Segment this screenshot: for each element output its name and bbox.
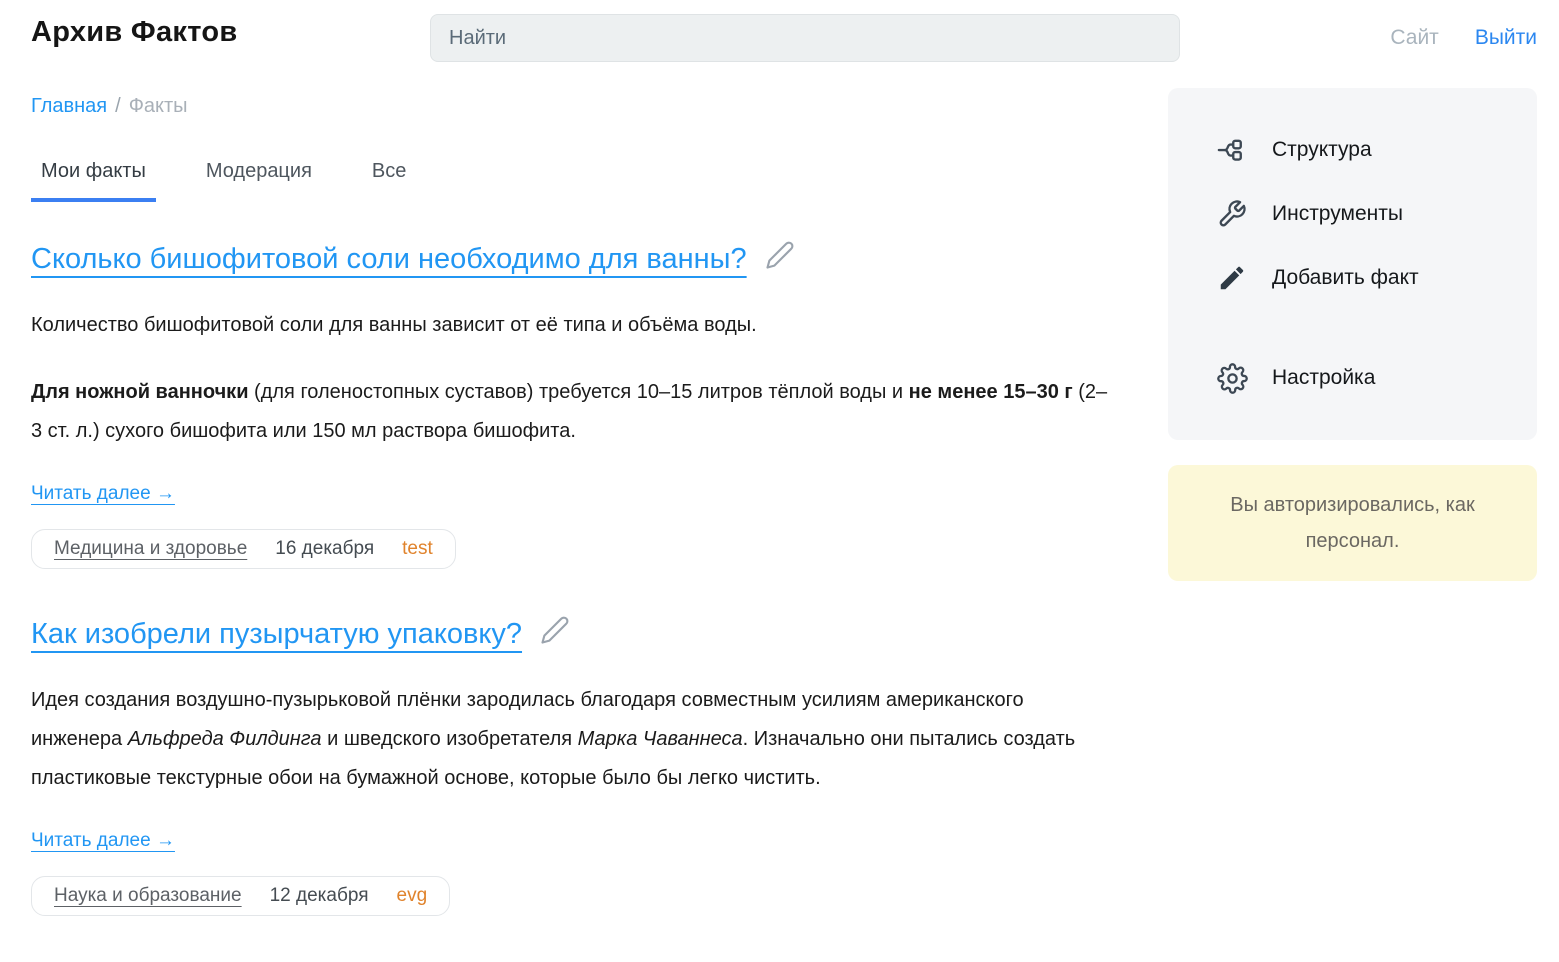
author-label: evg: [396, 885, 428, 906]
breadcrumb-separator: /: [115, 95, 121, 117]
sidebar-item-structure[interactable]: Структура: [1168, 134, 1537, 166]
breadcrumb-home-link[interactable]: Главная: [31, 95, 107, 118]
category-link[interactable]: Медицина и здоровье: [54, 538, 247, 560]
article-paragraph: Для ножной ванночки (для голеностопных с…: [31, 373, 1116, 451]
tab-my-facts[interactable]: Мои факты: [31, 160, 156, 202]
article-title: Как изобрели пузырчатую упаковку?: [31, 615, 1141, 653]
breadcrumb: Главная / Факты: [31, 95, 1141, 118]
breadcrumb-current: Факты: [128, 95, 188, 117]
gear-icon: [1216, 362, 1248, 394]
category-link[interactable]: Наука и образование: [54, 885, 242, 907]
edit-pencil-icon[interactable]: [765, 240, 795, 270]
sidebar-item-label: Настройка: [1272, 366, 1376, 389]
publish-date: 12 декабря: [269, 885, 369, 906]
read-more-link[interactable]: Читать далее →: [31, 830, 175, 852]
article-meta: Медицина и здоровье 16 декабря test: [31, 529, 456, 569]
text-segment: (для голеностопных суставов) требуется 1…: [248, 381, 909, 403]
articles-list: Сколько бишофитовой соли необходимо для …: [31, 240, 1141, 916]
wrench-icon: [1216, 198, 1248, 230]
sidebar-item-label: Добавить факт: [1272, 266, 1419, 289]
search-input[interactable]: [430, 14, 1180, 62]
sidebar-menu: Структура Инструменты Добавить факт Настрой…: [1168, 88, 1537, 440]
header-nav: Сайт Выйти: [1390, 26, 1537, 50]
sidebar-column: Структура Инструменты Добавить факт Настрой…: [1168, 88, 1537, 916]
article: Сколько бишофитовой соли необходимо для …: [31, 240, 1141, 569]
text-segment: Количество бишофитовой соли для ванны за…: [31, 314, 757, 336]
text-segment: и шведского изобретателя: [321, 728, 578, 750]
article-title-link[interactable]: Сколько бишофитовой соли необходимо для …: [31, 240, 747, 278]
pencil-icon: [1216, 262, 1248, 294]
tab-moderation[interactable]: Модерация: [196, 160, 322, 202]
auth-notice: Вы авторизировались, как персонал.: [1168, 465, 1537, 581]
site-title: Архив Фактов: [31, 16, 238, 48]
article-title-link[interactable]: Как изобрели пузырчатую упаковку?: [31, 615, 522, 653]
article-paragraph: Идея создания воздушно-пузырьковой плёнк…: [31, 681, 1116, 798]
main-layout: Главная / Факты Мои факты Модерация Все Ск…: [0, 88, 1559, 916]
article-title: Сколько бишофитовой соли необходимо для …: [31, 240, 1141, 278]
text-segment: Для ножной ванночки: [31, 381, 249, 403]
sidebar-item-settings[interactable]: Настройка: [1168, 362, 1537, 394]
text-segment: Марка Чаваннеса: [577, 728, 743, 750]
sidebar-item-tools[interactable]: Инструменты: [1168, 198, 1537, 230]
author-label: test: [402, 538, 433, 559]
sidebar-item-add-fact[interactable]: Добавить факт: [1168, 262, 1537, 294]
sidebar-item-label: Инструменты: [1272, 202, 1403, 225]
nav-site-link[interactable]: Сайт: [1390, 26, 1438, 50]
edit-pencil-icon[interactable]: [540, 615, 570, 645]
nav-logout-link[interactable]: Выйти: [1475, 26, 1537, 50]
article: Как изобрели пузырчатую упаковку? Идея со…: [31, 615, 1141, 916]
article-meta: Наука и образование 12 декабря evg: [31, 876, 451, 916]
header: Архив Фактов Сайт Выйти: [0, 0, 1559, 76]
tabs: Мои факты Модерация Все: [31, 160, 1141, 202]
read-more-link[interactable]: Читать далее →: [31, 483, 175, 505]
sidebar-item-label: Структура: [1272, 138, 1372, 161]
text-segment: Альфреда Филдинга: [127, 728, 322, 750]
page: Архив Фактов Сайт Выйти Главная / Факты …: [0, 0, 1559, 962]
publish-date: 16 декабря: [275, 538, 375, 559]
text-segment: не менее 15–30 г: [908, 381, 1073, 403]
structure-icon: [1216, 134, 1248, 166]
tab-all[interactable]: Все: [362, 160, 416, 202]
article-paragraph: Количество бишофитовой соли для ванны за…: [31, 306, 1116, 345]
content-column: Главная / Факты Мои факты Модерация Все Ск…: [31, 88, 1141, 916]
